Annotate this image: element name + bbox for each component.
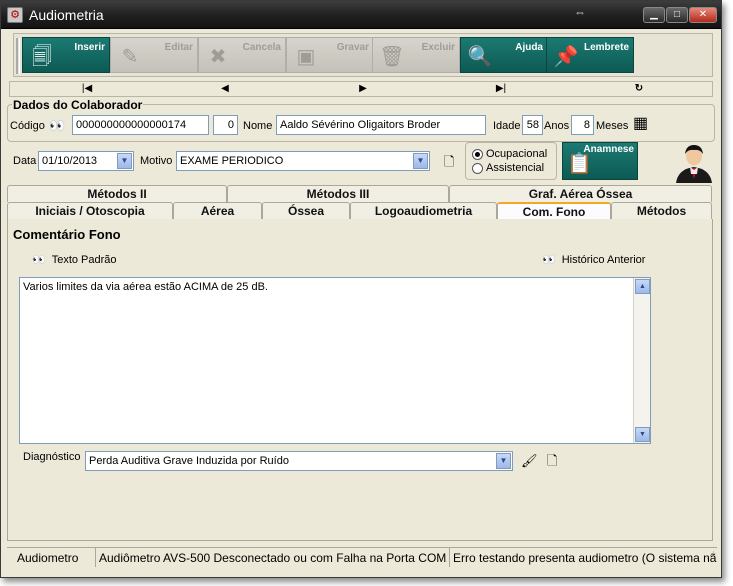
ajuda-button[interactable]: 🔍 Ajuda bbox=[460, 37, 548, 73]
scroll-up-icon[interactable]: ▲ bbox=[635, 279, 650, 294]
next-record-button[interactable]: ▶ bbox=[294, 82, 432, 96]
cancel-x-icon: ✖ bbox=[209, 46, 227, 68]
binoculars-icon: 👀 bbox=[542, 254, 556, 266]
texto-padrao-label: Texto Padrão bbox=[51, 253, 117, 266]
last-record-button[interactable]: ▶| bbox=[432, 82, 570, 96]
inserir-button[interactable]: 🗐 Inserir bbox=[22, 37, 110, 73]
previous-record-button[interactable]: ◀ bbox=[156, 82, 294, 96]
gravar-button[interactable]: ▣ Gravar bbox=[286, 37, 374, 73]
tab-metodos-iii[interactable]: Métodos III bbox=[227, 185, 449, 202]
codigo-label: Código bbox=[10, 120, 45, 132]
codigo-digit-field[interactable]: 0 bbox=[213, 115, 238, 135]
nome-field[interactable]: Aaldo Sévérino Oligaitors Broder bbox=[276, 115, 486, 135]
meses-field[interactable]: 8 bbox=[571, 115, 594, 135]
help-magnifier-icon: 🔍 bbox=[467, 46, 493, 68]
status-error: Erro testando presenta audiometro (O sis… bbox=[449, 548, 717, 567]
record-navigator: |◀ ◀ ▶ ▶| ↻ bbox=[9, 81, 713, 97]
comentario-text: Varios limites da via aérea estão ACIMA … bbox=[23, 281, 268, 293]
chevron-down-icon[interactable]: ▼ bbox=[117, 153, 132, 169]
editar-button[interactable]: ✎ Editar bbox=[110, 37, 198, 73]
idade-label: Idade bbox=[493, 120, 521, 132]
motivo-value: EXAME PERIODICO bbox=[180, 155, 284, 167]
motivo-select[interactable]: EXAME PERIODICO ▼ bbox=[176, 151, 430, 171]
cancela-button[interactable]: ✖ Cancela bbox=[198, 37, 286, 73]
anos-label: Anos bbox=[544, 120, 570, 132]
tabs-row-1: Métodos II Métodos III Graf. Aérea Óssea bbox=[7, 185, 713, 202]
status-audiometro: Audiometro bbox=[17, 551, 79, 565]
audiometria-window: ⚙ Audiometria ⇔ ▁ □ ✕ 🗐 Inserir ✎ Editar… bbox=[0, 0, 722, 578]
tabs-row-2: Iniciais / Otoscopia Aérea Óssea Logoaud… bbox=[7, 202, 713, 220]
trash-can-icon: 🗑 bbox=[379, 46, 405, 68]
diagnostico-select[interactable]: Perda Auditiva Grave Induzida por Ruído … bbox=[85, 451, 513, 471]
clear-brush-icon[interactable]: 🖌 bbox=[521, 454, 538, 468]
historico-anterior-button[interactable]: 👀 Histórico Anterior bbox=[542, 253, 646, 267]
idade-field[interactable]: 58 bbox=[522, 115, 543, 135]
radio-dot bbox=[472, 162, 483, 174]
texto-padrao-button[interactable]: 👀 Texto Padrão bbox=[32, 253, 117, 267]
codigo-field[interactable]: 000000000000000174 bbox=[72, 115, 209, 135]
title-bar: ⚙ Audiometria ⇔ ▁ □ ✕ bbox=[1, 1, 721, 29]
document-stack-icon: 🗐 bbox=[32, 46, 52, 68]
chevron-down-icon[interactable]: ▼ bbox=[496, 453, 511, 469]
sticky-note-pin-icon: 📌 bbox=[553, 46, 579, 68]
tab-ossea[interactable]: Óssea bbox=[262, 202, 350, 219]
comentario-fono-title: Comentário Fono bbox=[13, 227, 121, 242]
resize-grip-icon[interactable]: ⋰ bbox=[706, 548, 715, 565]
motivo-label: Motivo bbox=[140, 155, 173, 167]
comentario-scrollbar[interactable]: ▲ ▼ bbox=[633, 278, 650, 443]
new-document-icon[interactable]: 🗋 bbox=[547, 454, 557, 468]
tab-com-fono[interactable]: Com. Fono bbox=[497, 202, 611, 220]
employee-card-icon[interactable]: ▦ bbox=[633, 116, 648, 132]
status-connection: Audiômetro AVS-500 Desconectado ou com F… bbox=[95, 548, 447, 567]
ocupacional-radio[interactable]: Ocupacional bbox=[472, 147, 550, 161]
anamnese-button[interactable]: 📋 Anamnese bbox=[562, 142, 638, 180]
user-avatar-icon bbox=[676, 145, 712, 183]
tipo-radio-group: Ocupacional Assistencial bbox=[465, 142, 557, 180]
binoculars-search-icon[interactable]: 👀 bbox=[49, 119, 65, 133]
chevron-down-icon[interactable]: ▼ bbox=[413, 153, 428, 169]
meses-label: Meses bbox=[596, 120, 629, 132]
tab-metodos[interactable]: Métodos bbox=[611, 202, 712, 219]
comentario-textarea[interactable]: Varios limites da via aérea estão ACIMA … bbox=[19, 277, 651, 444]
data-field[interactable]: 01/10/2013 ▼ bbox=[38, 151, 134, 171]
status-bar: Audiometro Audiômetro AVS-500 Desconecta… bbox=[7, 547, 717, 567]
app-icon: ⚙ bbox=[7, 7, 23, 23]
data-label: Data bbox=[13, 155, 37, 167]
ocupacional-label: Ocupacional bbox=[486, 148, 548, 160]
first-record-button[interactable]: |◀ bbox=[18, 82, 156, 96]
refresh-button[interactable]: ↻ bbox=[570, 82, 708, 96]
lembrete-button[interactable]: 📌 Lembrete bbox=[546, 37, 634, 73]
close-button[interactable]: ✕ bbox=[689, 7, 717, 23]
tab-graf-aerea-ossea[interactable]: Graf. Aérea Óssea bbox=[449, 185, 712, 202]
colaborador-group-title: Dados do Colaborador bbox=[12, 98, 144, 112]
new-document-icon[interactable]: 🗋 bbox=[444, 155, 454, 169]
resize-arrows-icon: ⇔ bbox=[574, 5, 586, 19]
assistencial-radio[interactable]: Assistencial bbox=[472, 161, 550, 175]
assistencial-label: Assistencial bbox=[486, 162, 545, 174]
tab-metodos-ii[interactable]: Métodos II bbox=[7, 185, 227, 202]
tab-logoaudiometria[interactable]: Logoaudiometria bbox=[350, 202, 497, 219]
edit-icon: ✎ bbox=[121, 46, 139, 68]
tab-iniciais-otoscopia[interactable]: Iniciais / Otoscopia bbox=[7, 202, 173, 219]
floppy-disk-icon: ▣ bbox=[296, 46, 316, 68]
minimize-button[interactable]: ▁ bbox=[643, 7, 665, 23]
anamnese-label: Anamnese bbox=[583, 144, 634, 155]
binoculars-icon: 👀 bbox=[32, 254, 46, 266]
radio-dot-selected bbox=[472, 148, 483, 160]
excluir-button[interactable]: 🗑 Excluir bbox=[372, 37, 460, 73]
maximize-button[interactable]: □ bbox=[666, 7, 688, 23]
diagnostico-label: Diagnóstico bbox=[23, 451, 81, 463]
historico-anterior-label: Histórico Anterior bbox=[561, 253, 646, 266]
tab-aerea[interactable]: Aérea bbox=[173, 202, 262, 219]
toolbar-grip[interactable] bbox=[16, 38, 20, 74]
data-value: 01/10/2013 bbox=[42, 155, 98, 167]
window-title: Audiometria bbox=[29, 7, 104, 23]
nome-label: Nome bbox=[243, 120, 273, 132]
main-toolbar: 🗐 Inserir ✎ Editar ✖ Cancela ▣ Gravar 🗑 … bbox=[13, 33, 713, 77]
diagnostico-value: Perda Auditiva Grave Induzida por Ruído bbox=[89, 455, 289, 467]
scroll-down-icon[interactable]: ▼ bbox=[635, 427, 650, 442]
